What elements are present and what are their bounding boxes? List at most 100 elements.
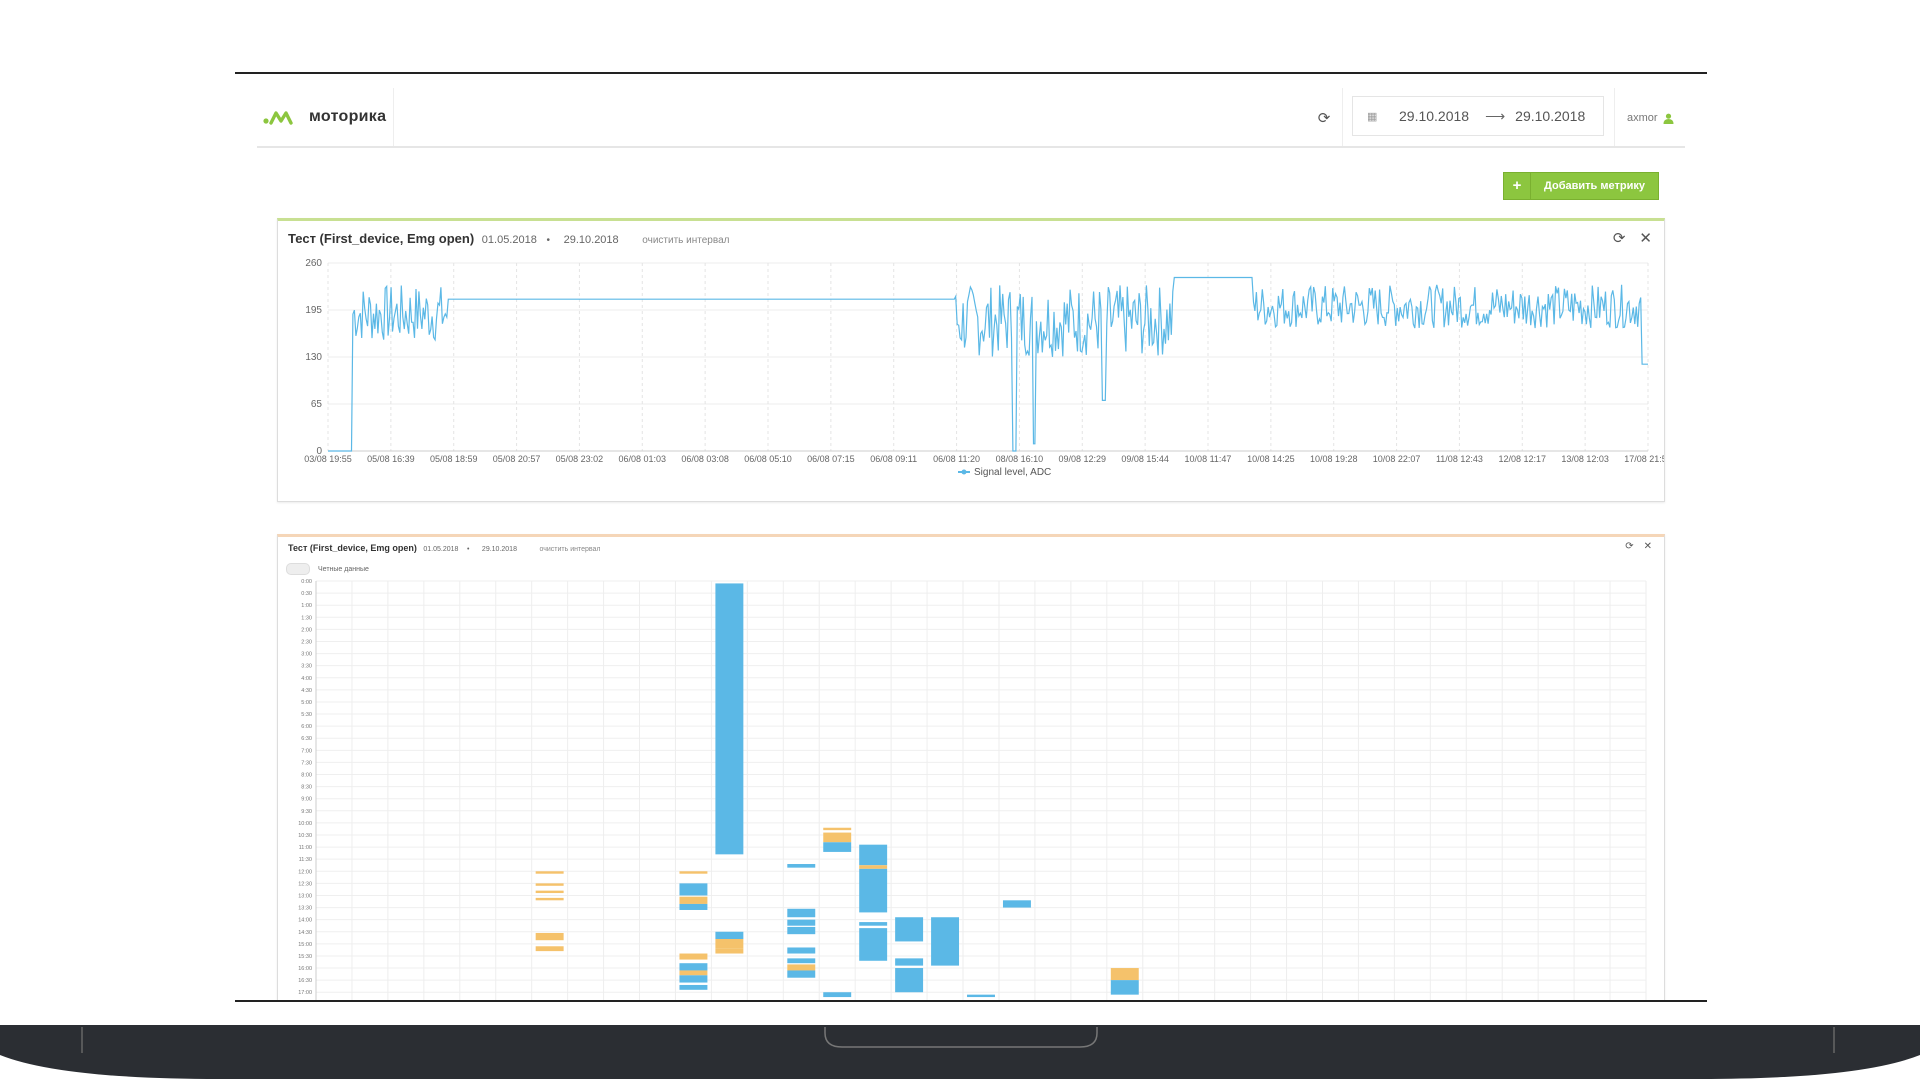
y-tick-label: 15:30 bbox=[298, 954, 312, 960]
y-tick-label: 4:00 bbox=[301, 676, 312, 682]
x-tick-label: 06/08 07:15 bbox=[807, 454, 855, 464]
metric-panel-heatmap: Тест (First_device, Emg open) 01.05.2018… bbox=[277, 534, 1665, 1000]
app-header: моторика ⟳ ▦ 29.10.2018 ⟶ 29.10.2018 axm… bbox=[257, 88, 1685, 148]
y-tick-label: 12:00 bbox=[298, 869, 312, 875]
x-tick-label: 06/08 05:10 bbox=[744, 454, 792, 464]
y-tick-label: 15:00 bbox=[298, 942, 312, 948]
y-tick-label: 11:00 bbox=[299, 845, 312, 851]
date-to: 29.10.2018 bbox=[1515, 108, 1586, 124]
y-tick-label: 10:00 bbox=[298, 821, 312, 827]
logo[interactable]: моторика bbox=[263, 108, 386, 126]
activity-block bbox=[895, 917, 924, 942]
x-tick-label: 03/08 19:55 bbox=[304, 454, 352, 464]
activity-block bbox=[787, 919, 816, 926]
y-tick-label: 4:30 bbox=[301, 688, 312, 694]
x-tick-label: 12/08 12:17 bbox=[1499, 454, 1547, 464]
y-tick-label: 9:00 bbox=[301, 797, 312, 803]
y-tick-label: 195 bbox=[305, 305, 322, 316]
y-tick-label: 130 bbox=[305, 352, 322, 363]
activity-block bbox=[859, 928, 888, 961]
activity-block bbox=[859, 865, 888, 869]
activity-block bbox=[895, 968, 924, 993]
activity-block bbox=[715, 583, 744, 855]
x-tick-label: 10/08 11:47 bbox=[1185, 454, 1232, 464]
y-tick-label: 2:00 bbox=[301, 627, 312, 633]
y-tick-label: 0:00 bbox=[301, 579, 312, 585]
date-range-picker[interactable]: ▦ 29.10.2018 ⟶ 29.10.2018 bbox=[1352, 96, 1604, 136]
y-tick-label: 9:30 bbox=[301, 809, 312, 815]
activity-block bbox=[535, 946, 564, 952]
logo-text: моторика bbox=[309, 108, 387, 125]
metric-panel-line: Тест (First_device, Emg open) 01.05.2018… bbox=[277, 218, 1665, 502]
x-tick-label: 06/08 01:03 bbox=[619, 454, 667, 464]
activity-block bbox=[823, 832, 852, 843]
y-tick-label: 1:00 bbox=[301, 603, 312, 609]
activity-block bbox=[679, 984, 708, 990]
activity-block bbox=[715, 948, 744, 954]
activity-block bbox=[787, 970, 816, 978]
activity-block bbox=[679, 953, 708, 960]
y-tick-label: 8:00 bbox=[301, 773, 312, 779]
add-metric-label: Добавить метрику bbox=[1544, 180, 1645, 192]
legend-label: Signal level, ADC bbox=[974, 467, 1051, 478]
activity-block bbox=[535, 932, 564, 941]
activity-block bbox=[715, 939, 744, 949]
user-icon bbox=[1663, 113, 1674, 124]
x-tick-label: 06/08 11:20 bbox=[933, 454, 980, 464]
header-divider bbox=[1614, 88, 1615, 146]
x-tick-label: 11/08 12:43 bbox=[1436, 454, 1483, 464]
x-tick-label: 10/08 19:28 bbox=[1310, 454, 1358, 464]
activity-block bbox=[787, 908, 816, 918]
x-tick-label: 05/08 23:02 bbox=[556, 454, 604, 464]
activity-block bbox=[787, 864, 816, 868]
activity-block bbox=[535, 890, 564, 894]
y-tick-label: 6:00 bbox=[301, 724, 312, 730]
user-menu[interactable]: axmor bbox=[1627, 112, 1674, 124]
y-tick-label: 3:00 bbox=[301, 652, 312, 658]
activity-block bbox=[679, 871, 708, 874]
activity-block bbox=[1110, 968, 1139, 981]
activity-block bbox=[787, 926, 816, 935]
activity-block bbox=[679, 963, 708, 971]
activity-block bbox=[679, 883, 708, 896]
activity-block bbox=[535, 897, 564, 901]
activity-block bbox=[679, 896, 708, 904]
calendar-icon: ▦ bbox=[1367, 111, 1378, 123]
activity-block bbox=[679, 903, 708, 910]
x-tick-label: 05/08 20:57 bbox=[493, 454, 541, 464]
y-tick-label: 14:00 bbox=[298, 918, 312, 924]
refresh-icon[interactable]: ⟳ bbox=[1315, 110, 1333, 128]
y-tick-label: 3:30 bbox=[301, 664, 312, 670]
y-tick-label: 10:30 bbox=[298, 833, 312, 839]
app-screen: моторика ⟳ ▦ 29.10.2018 ⟶ 29.10.2018 axm… bbox=[235, 74, 1707, 1000]
y-tick-label: 2:30 bbox=[301, 639, 312, 645]
logo-icon bbox=[263, 111, 293, 125]
activity-block bbox=[787, 964, 816, 971]
activity-block bbox=[859, 844, 888, 866]
y-tick-label: 13:30 bbox=[298, 906, 312, 912]
date-from: 29.10.2018 bbox=[1399, 108, 1470, 124]
y-tick-label: 16:00 bbox=[298, 966, 312, 972]
line-chart: 26019513065003/08 19:55 05/08 16:39 05/08 … bbox=[304, 258, 1664, 478]
y-tick-label: 0:30 bbox=[301, 591, 312, 597]
activity-block bbox=[823, 827, 852, 831]
add-metric-button[interactable]: + Добавить метрику bbox=[1503, 172, 1659, 200]
x-tick-label: 09/08 12:29 bbox=[1059, 454, 1107, 464]
y-tick-label: 17:00 bbox=[298, 990, 312, 996]
laptop-base bbox=[0, 1025, 1920, 1079]
arrow-right-icon: ⟶ bbox=[1485, 107, 1506, 124]
activity-block bbox=[823, 992, 852, 998]
screen-bottom-edge bbox=[235, 1000, 1707, 1002]
activity-block bbox=[895, 958, 924, 966]
activity-block bbox=[859, 868, 888, 913]
activity-block bbox=[787, 958, 816, 964]
activity-block bbox=[787, 947, 816, 954]
y-tick-label: 7:30 bbox=[301, 760, 312, 766]
laptop-base-curve bbox=[0, 1055, 1920, 1079]
y-tick-label: 65 bbox=[311, 399, 323, 410]
y-tick-label: 6:30 bbox=[301, 736, 312, 742]
activity-block bbox=[679, 975, 708, 983]
x-tick-label: 05/08 16:39 bbox=[367, 454, 415, 464]
x-tick-label: 10/08 14:25 bbox=[1247, 454, 1295, 464]
activity-block bbox=[715, 931, 744, 940]
